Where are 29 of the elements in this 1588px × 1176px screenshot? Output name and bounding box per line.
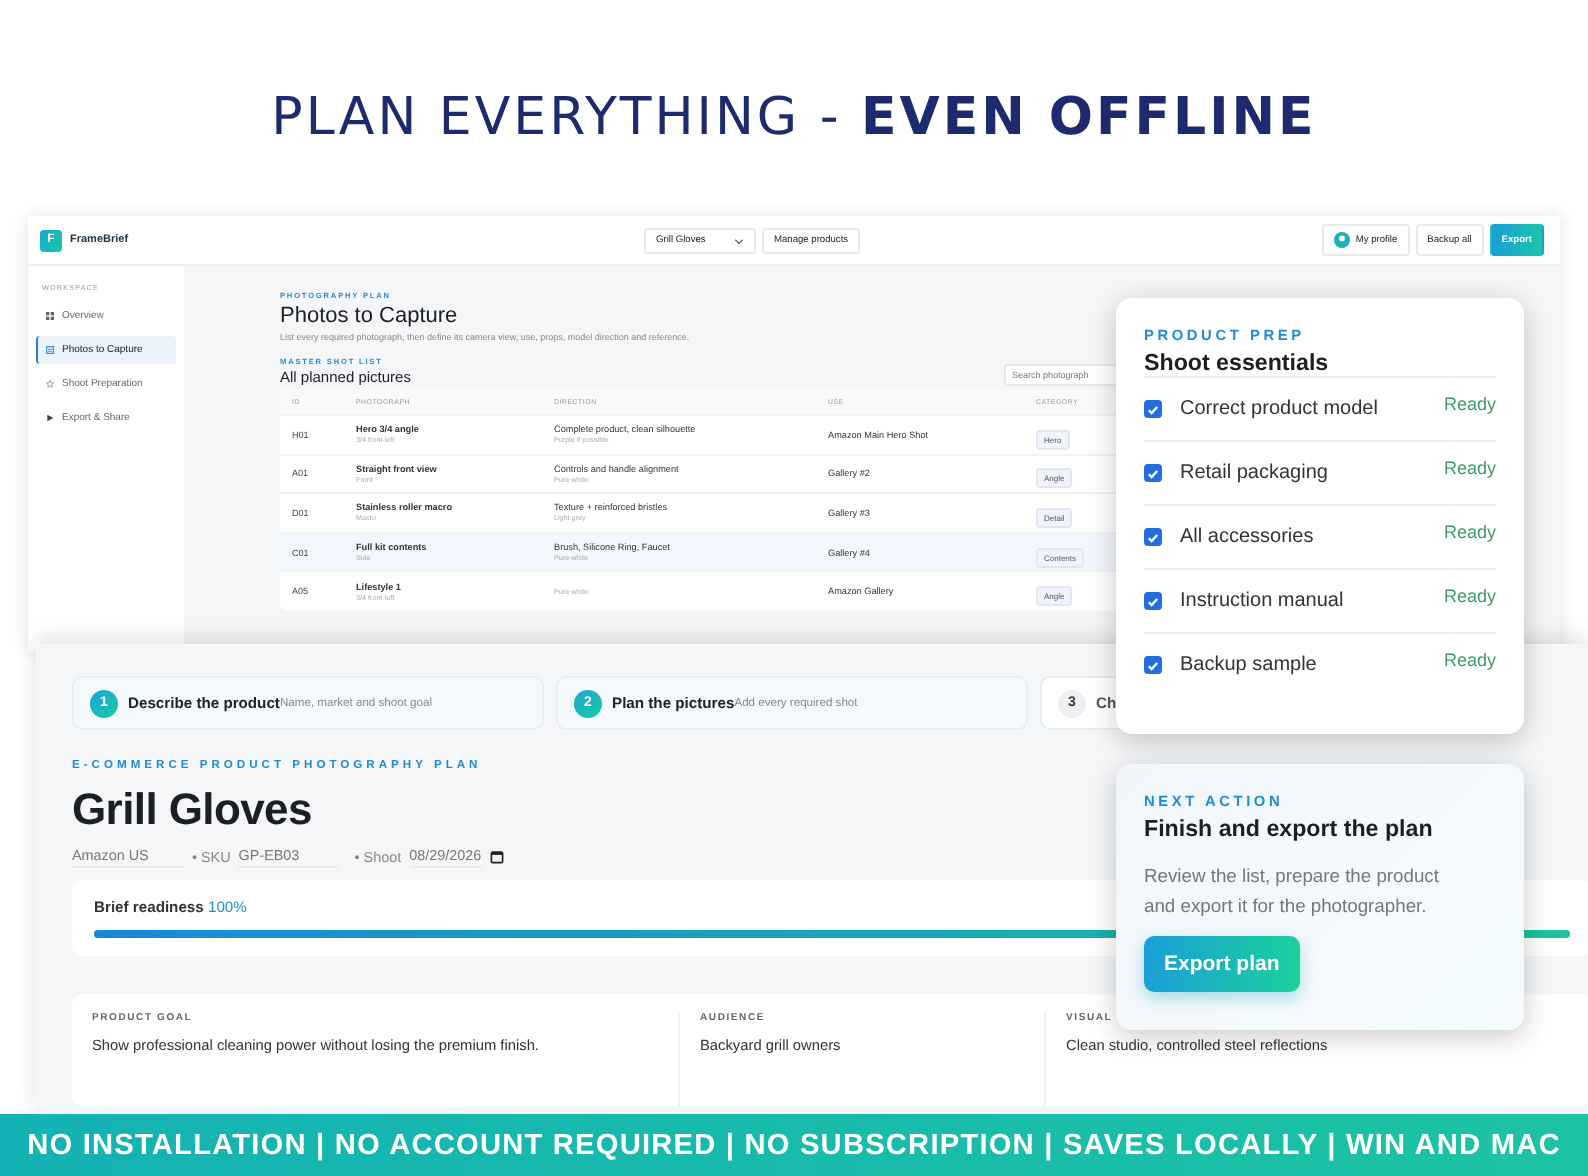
checklist-label: Correct product model — [1180, 398, 1380, 420]
status-text: Ready — [1443, 650, 1496, 670]
checklist-label: Instruction manual — [1180, 590, 1346, 612]
calendar-icon — [489, 849, 504, 863]
card-title: Shoot essentials — [1144, 350, 1331, 376]
avatar-icon — [1333, 232, 1350, 248]
status-text: Ready — [1443, 522, 1496, 542]
checkbox[interactable] — [1144, 400, 1162, 418]
card-title: Finish and export the plan — [1144, 816, 1435, 842]
page-title: Photos to Capture — [280, 304, 460, 328]
list-icon — [46, 346, 54, 354]
checklist-label: Backup sample — [1180, 654, 1319, 676]
headline: PLAN EVERYTHING - EVEN OFFLINE — [271, 86, 1317, 148]
status-text: Ready — [1443, 586, 1496, 606]
grid-icon — [46, 312, 54, 320]
checkbox[interactable] — [1144, 528, 1162, 546]
checkbox[interactable] — [1144, 592, 1162, 610]
checkbox[interactable] — [1144, 464, 1162, 482]
status-text: Ready — [1443, 394, 1496, 414]
play-icon — [46, 414, 54, 422]
card-text: Review the list, prepare the product and export it for the photographer. — [1144, 862, 1441, 921]
product-title: Grill Gloves — [72, 784, 312, 836]
star-icon — [46, 380, 54, 388]
banner-text: NO INSTALLATION | NO ACCOUNT REQUIRED | NO SUBSCRIPTION | SAVES LOCALLY | WIN AND MAC — [27, 1129, 1561, 1161]
checklist-label: Retail packaging — [1180, 462, 1330, 484]
status-text: Ready — [1443, 458, 1496, 478]
checkbox[interactable] — [1144, 656, 1162, 674]
chevron-icon — [734, 235, 744, 245]
checklist-label: All accessories — [1180, 526, 1316, 548]
